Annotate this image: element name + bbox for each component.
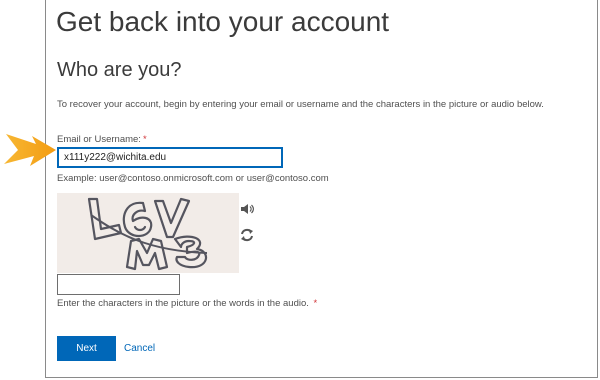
arrow-pointer-icon: [2, 128, 58, 174]
recovery-panel: [45, 0, 598, 378]
page-title: Get back into your account: [56, 6, 390, 37]
speaker-icon[interactable]: [239, 201, 255, 217]
captcha-required-mark: *: [313, 298, 318, 309]
captcha-image: [57, 193, 239, 273]
email-required-mark: *: [142, 134, 147, 145]
email-example-text: Example: user@contoso.onmicrosoft.com or…: [57, 173, 329, 184]
refresh-icon[interactable]: [239, 227, 255, 243]
page-subtitle: Who are you?: [57, 59, 182, 81]
next-button[interactable]: Next: [57, 336, 116, 361]
email-label: Email or Username: *: [57, 134, 147, 145]
captcha-input[interactable]: [57, 274, 180, 295]
cancel-link[interactable]: Cancel: [124, 343, 155, 354]
captcha-instruction: Enter the characters in the picture or t…: [57, 298, 317, 309]
email-input[interactable]: [57, 147, 283, 168]
captcha-graphic: [57, 193, 239, 273]
email-label-text: Email or Username:: [57, 134, 141, 145]
captcha-instruction-text: Enter the characters in the picture or t…: [57, 298, 309, 309]
instructions-text: To recover your account, begin by enteri…: [57, 99, 544, 110]
